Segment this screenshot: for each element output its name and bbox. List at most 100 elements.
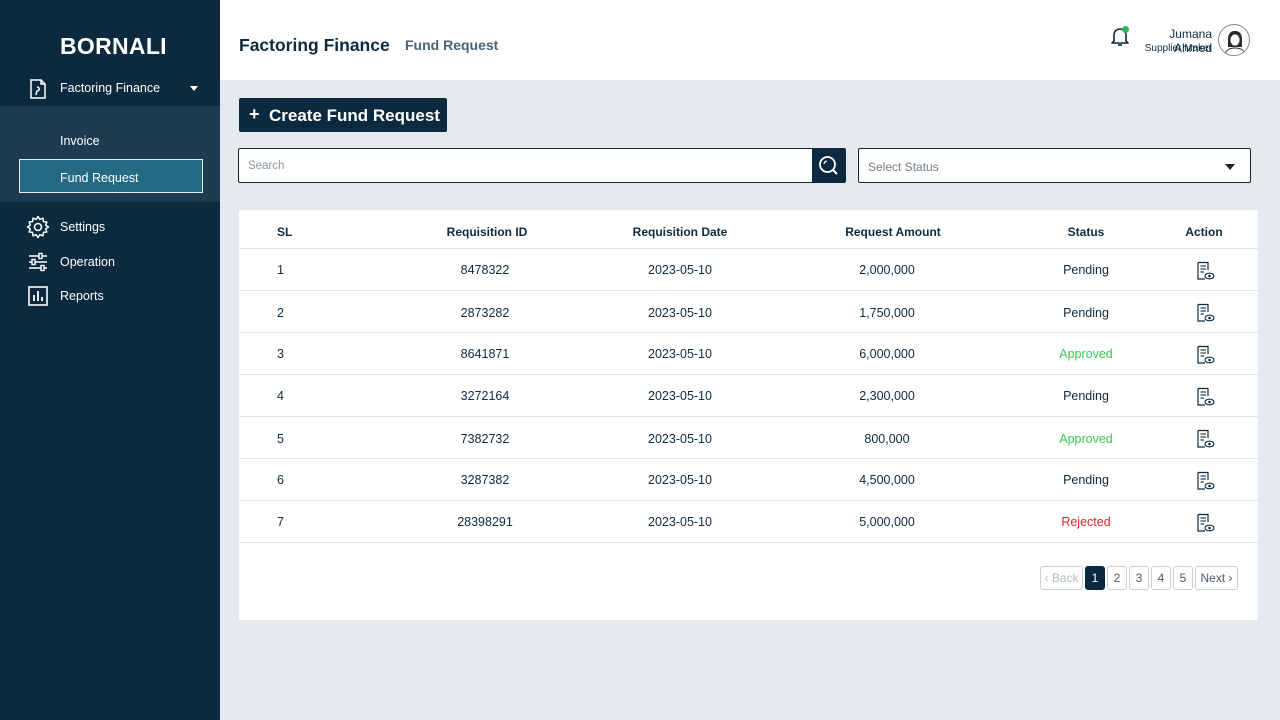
pagination-page-4[interactable]: 4 [1151, 566, 1171, 590]
sidebar-item-reports-label: Reports [60, 289, 104, 303]
pagination-page-2[interactable]: 2 [1107, 566, 1127, 590]
user-role: Supplier Maker [1144, 43, 1212, 54]
sidebar-item-operation-label: Operation [60, 255, 115, 269]
column-header-sl: SL [277, 225, 293, 239]
cell-sl: 7 [277, 515, 284, 529]
cell-request-amount: 4,500,000 [859, 473, 915, 487]
search-input[interactable] [239, 149, 813, 182]
column-header-requisition-date: Requisition Date [632, 225, 728, 239]
cell-request-amount: 5,000,000 [859, 515, 915, 529]
sidebar-item-operation[interactable]: Operation [0, 247, 220, 277]
table-row: 5 7382732 2023-05-10 800,000 Approved [239, 417, 1258, 459]
cell-requisition-date: 2023-05-10 [648, 389, 712, 403]
table-row: 6 3287382 2023-05-10 4,500,000 Pending [239, 459, 1258, 501]
table-row: 7 28398291 2023-05-10 5,000,000 Rejected [239, 501, 1258, 543]
plus-icon: + [249, 104, 260, 124]
nav-factoring-finance[interactable]: Factoring Finance [0, 72, 220, 106]
table-row: 2 2873282 2023-05-10 1,750,000 Pending [239, 291, 1258, 333]
create-fund-request-button[interactable]: + Create Fund Request [239, 98, 447, 132]
sliders-icon [29, 252, 47, 272]
pagination-next-button[interactable]: Next › [1195, 566, 1238, 590]
nav-factoring-finance-label: Factoring Finance [60, 81, 161, 95]
page-title: Factoring Finance [239, 35, 390, 55]
document-icon [30, 79, 46, 99]
status-badge: Pending [1063, 389, 1109, 403]
cell-requisition-id: 3287382 [460, 473, 510, 487]
status-badge: Pending [1063, 473, 1109, 487]
cell-requisition-date: 2023-05-10 [648, 515, 712, 529]
status-select-placeholder: Select Status [868, 160, 939, 174]
status-select[interactable]: Select Status [858, 148, 1251, 183]
cell-requisition-id: 28398291 [457, 515, 513, 529]
cell-sl: 5 [277, 432, 284, 446]
column-header-request-amount: Request Amount [845, 225, 941, 239]
status-badge: Pending [1063, 263, 1109, 277]
sidebar: BORNALI Factoring Finance Invoice Fund R… [0, 0, 220, 720]
search-icon [819, 156, 838, 175]
cell-request-amount: 800,000 [864, 432, 910, 446]
sidebar-item-reports[interactable]: Reports [0, 281, 220, 311]
fund-request-table: SL Requisition ID Requisition Date Reque… [239, 210, 1258, 620]
view-document-icon[interactable] [1195, 345, 1215, 365]
cell-requisition-id: 2873282 [460, 306, 510, 320]
user-avatar-icon [1224, 31, 1246, 55]
create-fund-request-label: Create Fund Request [269, 106, 440, 125]
sidebar-item-fund-request[interactable]: Fund Request [19, 159, 203, 193]
status-badge: Approved [1059, 432, 1113, 446]
cell-requisition-id: 7382732 [460, 432, 510, 446]
sidebar-item-invoice[interactable]: Invoice [60, 134, 100, 148]
pagination-back-button[interactable]: ‹ Back [1040, 566, 1083, 590]
avatar[interactable] [1218, 24, 1250, 56]
status-badge: Pending [1063, 306, 1109, 320]
view-document-icon[interactable] [1195, 471, 1215, 491]
column-header-action: Action [1185, 225, 1223, 239]
search-box [238, 148, 846, 183]
cell-requisition-date: 2023-05-10 [648, 306, 712, 320]
view-document-icon[interactable] [1195, 429, 1215, 449]
table-row: 1 8478322 2023-05-10 2,000,000 Pending [239, 249, 1258, 291]
brand-logo: BORNALI [60, 33, 167, 59]
notification-dot [1122, 26, 1129, 33]
sidebar-item-settings-label: Settings [60, 220, 106, 234]
cell-requisition-date: 2023-05-10 [648, 473, 712, 487]
view-document-icon[interactable] [1195, 387, 1215, 407]
view-document-icon[interactable] [1195, 261, 1215, 281]
cell-sl: 2 [277, 306, 284, 320]
cell-sl: 1 [277, 263, 284, 277]
cell-sl: 4 [277, 389, 284, 403]
pagination-page-5[interactable]: 5 [1173, 566, 1193, 590]
chevron-right-icon: › [1228, 571, 1233, 585]
column-header-requisition-id: Requisition ID [446, 225, 528, 239]
cell-requisition-date: 2023-05-10 [648, 432, 712, 446]
search-button[interactable] [812, 149, 845, 182]
sidebar-item-settings[interactable]: Settings [0, 212, 220, 242]
pagination-page-1[interactable]: 1 [1085, 566, 1105, 590]
gear-icon [26, 215, 50, 239]
pagination-next-label: Next [1200, 571, 1226, 585]
pagination-page-3[interactable]: 3 [1129, 566, 1149, 590]
status-badge: Approved [1059, 347, 1113, 361]
submenu: Invoice Fund Request [0, 106, 220, 202]
table-row: 3 8641871 2023-05-10 6,000,000 Approved [239, 333, 1258, 375]
chevron-down-icon [1225, 164, 1235, 170]
sidebar-item-fund-request-label: Fund Request [60, 171, 139, 185]
breadcrumb-fund-request[interactable]: Fund Request [405, 37, 498, 53]
cell-requisition-date: 2023-05-10 [648, 347, 712, 361]
cell-request-amount: 2,000,000 [859, 263, 915, 277]
view-document-icon[interactable] [1195, 303, 1215, 323]
view-document-icon[interactable] [1195, 513, 1215, 533]
bar-chart-icon [28, 286, 48, 306]
cell-requisition-id: 3272164 [460, 389, 510, 403]
column-header-status: Status [1067, 225, 1105, 239]
table-row: 4 3272164 2023-05-10 2,300,000 Pending [239, 375, 1258, 417]
top-header: Factoring Finance Fund Request Jumana Ah… [220, 0, 1280, 80]
cell-sl: 6 [277, 473, 284, 487]
cell-requisition-id: 8478322 [460, 263, 510, 277]
status-badge: Rejected [1061, 515, 1111, 529]
cell-requisition-date: 2023-05-10 [648, 263, 712, 277]
cell-request-amount: 1,750,000 [859, 306, 915, 320]
table-header: SL Requisition ID Requisition Date Reque… [239, 210, 1258, 249]
chevron-down-icon[interactable] [190, 86, 198, 91]
pagination-back-label: Back [1051, 571, 1079, 585]
cell-request-amount: 2,300,000 [859, 389, 915, 403]
